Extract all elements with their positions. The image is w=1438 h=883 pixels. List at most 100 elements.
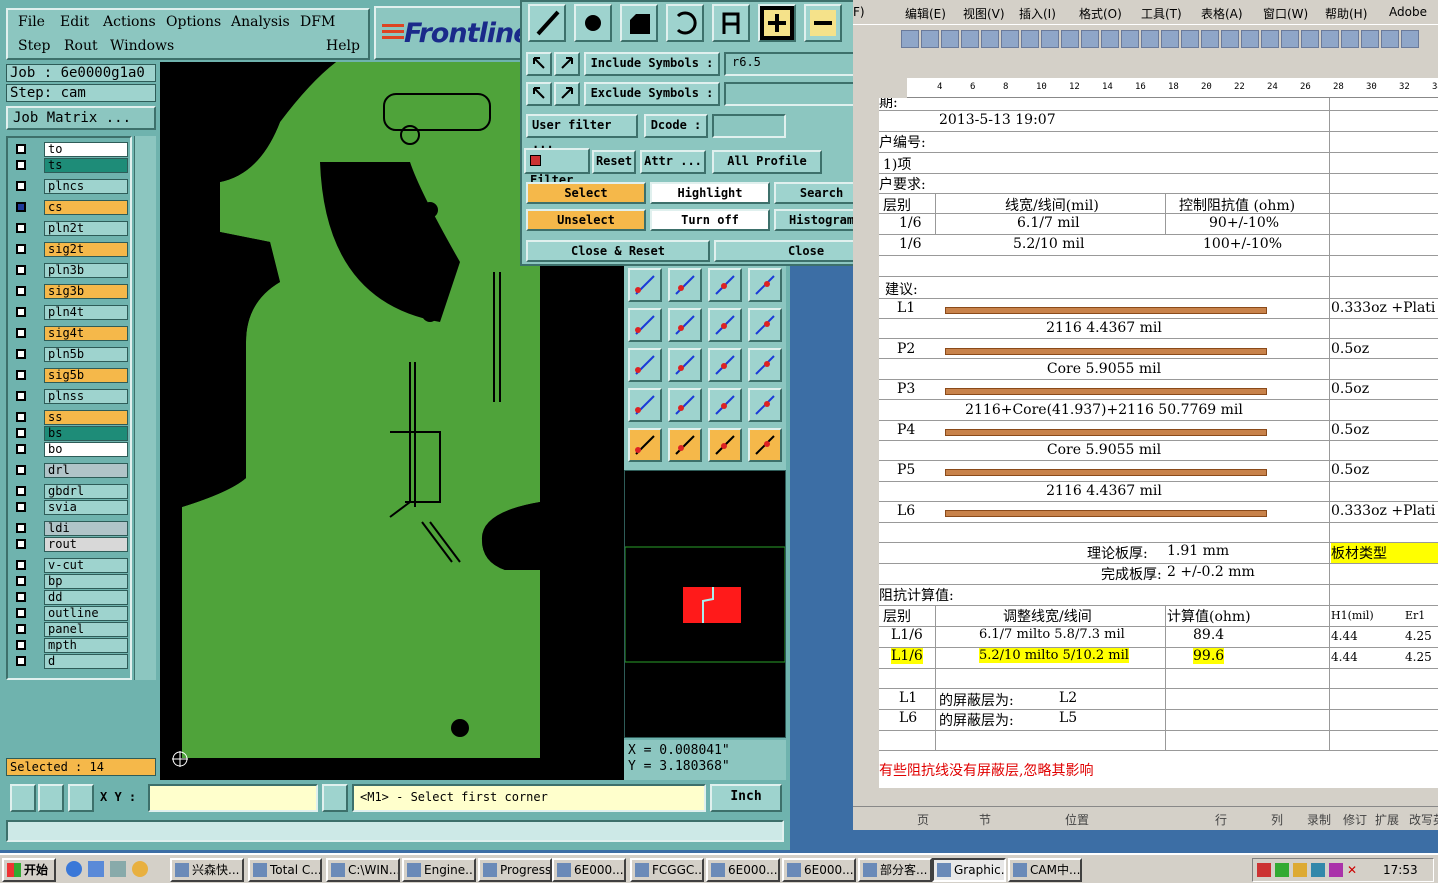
layer-row[interactable]: dd	[12, 590, 130, 606]
taskbar-button[interactable]: Total C...	[248, 858, 322, 882]
word-menu-item[interactable]: 帮助(H)	[1325, 5, 1367, 22]
word-menu-item[interactable]: 插入(I)	[1019, 5, 1056, 22]
taskbar-button[interactable]: 部分客...	[858, 858, 932, 882]
layer-checkbox[interactable]	[16, 328, 26, 338]
layer-checkbox[interactable]	[16, 286, 26, 296]
word-menu-item[interactable]: 编辑(E)	[905, 5, 946, 22]
rotate-icon[interactable]	[708, 308, 742, 342]
move-point-icon[interactable]	[708, 268, 742, 302]
layer-row[interactable]: sig5b	[12, 368, 130, 384]
user-filter-button[interactable]: User filter ...	[526, 114, 638, 151]
clock-app-icon[interactable]	[132, 861, 148, 877]
pad-point-icon[interactable]	[628, 348, 662, 382]
triangle-up-icon[interactable]	[668, 388, 702, 422]
menu-step[interactable]: Step	[18, 38, 50, 54]
pointer-box-icon[interactable]	[668, 428, 702, 462]
layer-checkbox[interactable]	[16, 223, 26, 233]
slash-line-icon[interactable]	[668, 308, 702, 342]
menu-rout[interactable]: Rout	[64, 38, 98, 54]
connect-nodes-icon[interactable]	[628, 268, 662, 302]
pointer-icon[interactable]	[628, 428, 662, 462]
tray-network-icon[interactable]	[1257, 863, 1271, 877]
layer-checkbox[interactable]	[16, 202, 26, 212]
layer-name[interactable]: bp	[44, 574, 128, 589]
layer-checkbox[interactable]	[16, 560, 26, 570]
word-toolbar-button-icon[interactable]	[1241, 30, 1259, 48]
tray-x-icon[interactable]: ✕	[1347, 863, 1361, 877]
word-menu-item[interactable]: 工具(T)	[1141, 5, 1182, 22]
word-toolbar-button-icon[interactable]	[1021, 30, 1039, 48]
taskbar-button[interactable]: Graphic...	[932, 858, 1006, 882]
tray-pen-icon[interactable]	[1293, 863, 1307, 877]
job-matrix-button[interactable]: Job Matrix ...	[6, 106, 156, 130]
arc-shape-icon[interactable]	[666, 4, 704, 42]
layer-name[interactable]: ts	[44, 158, 128, 173]
layer-checkbox[interactable]	[16, 307, 26, 317]
positive-polarity-icon[interactable]	[758, 4, 796, 42]
layer-row[interactable]: bp	[12, 574, 130, 590]
attr-button[interactable]: Attr ...	[640, 150, 706, 174]
exclude-list-icon[interactable]	[554, 82, 580, 106]
layer-name[interactable]: d	[44, 654, 128, 669]
include-list-icon[interactable]	[554, 52, 580, 76]
menu-options[interactable]: Options	[166, 14, 221, 30]
layer-row[interactable]: pln3b	[12, 263, 130, 279]
word-toolbar-button-icon[interactable]	[981, 30, 999, 48]
desktop-icon[interactable]	[110, 861, 126, 877]
word-toolbar-button-icon[interactable]	[1281, 30, 1299, 48]
word-toolbar-button-icon[interactable]	[1381, 30, 1399, 48]
tray-app-icon[interactable]	[1329, 863, 1343, 877]
layer-row[interactable]: cs	[12, 200, 130, 216]
text-shape-icon[interactable]	[712, 4, 750, 42]
word-toolbar-button-icon[interactable]	[1341, 30, 1359, 48]
layer-row[interactable]: mpth	[12, 638, 130, 654]
document-page[interactable]: 期: 2013-5-13 19:07 户编号: 1)项 户要求: 层别 线宽/线…	[879, 98, 1438, 788]
layer-checkbox[interactable]	[16, 370, 26, 380]
word-menu-item[interactable]: 格式(O)	[1079, 5, 1122, 22]
word-toolbar-button-icon[interactable]	[1101, 30, 1119, 48]
layer-name[interactable]: panel	[44, 622, 128, 637]
dcode-input[interactable]	[712, 114, 786, 138]
filter-toggle[interactable]: Filter	[524, 148, 590, 187]
layer-row[interactable]: d	[12, 654, 130, 670]
taskbar-button[interactable]: 6E000...	[552, 858, 626, 882]
layer-row[interactable]: drl	[12, 463, 130, 479]
layer-name[interactable]: outline	[44, 606, 128, 621]
layer-row[interactable]: pln2t	[12, 221, 130, 237]
taskbar-button[interactable]: 兴森快...	[170, 858, 244, 882]
word-toolbar-button-icon[interactable]	[1401, 30, 1419, 48]
layer-row[interactable]: plnss	[12, 389, 130, 405]
stretch-icon[interactable]	[708, 348, 742, 382]
word-toolbar-button-icon[interactable]	[1361, 30, 1379, 48]
highlight-button[interactable]: Highlight	[650, 182, 770, 204]
layer-row[interactable]: gbdrl	[12, 484, 130, 500]
filter-checkbox-icon[interactable]	[530, 155, 541, 166]
layer-name[interactable]: rout	[44, 537, 128, 552]
menu-windows[interactable]: Windows	[110, 38, 174, 54]
word-menu-item[interactable]: 视图(V)	[963, 5, 1005, 22]
word-toolbar-button-icon[interactable]	[1141, 30, 1159, 48]
layer-checkbox[interactable]	[16, 244, 26, 254]
negative-polarity-icon[interactable]	[804, 4, 842, 42]
layer-name[interactable]: sig2t	[44, 242, 128, 257]
menu-file[interactable]: File	[18, 14, 45, 30]
layer-checkbox[interactable]	[16, 608, 26, 618]
word-toolbar-button-icon[interactable]	[1221, 30, 1239, 48]
layer-name[interactable]: to	[44, 142, 128, 157]
layer-row[interactable]: svia	[12, 500, 130, 516]
layer-checkbox[interactable]	[16, 523, 26, 533]
layer-name[interactable]: gbdrl	[44, 484, 128, 499]
layer-name[interactable]: dd	[44, 590, 128, 605]
include-symbols-label[interactable]: Include Symbols :	[584, 52, 720, 76]
layer-row[interactable]: to	[12, 142, 130, 158]
triangle-a-icon[interactable]	[708, 388, 742, 422]
start-button[interactable]: 开始	[2, 858, 56, 882]
taskbar-button[interactable]: CAM中...	[1008, 858, 1082, 882]
layer-row[interactable]: pln5b	[12, 347, 130, 363]
layer-name[interactable]: svia	[44, 500, 128, 515]
layer-name[interactable]: cs	[44, 200, 128, 215]
group-icon[interactable]	[748, 348, 782, 382]
dcode-label[interactable]: Dcode :	[644, 114, 708, 138]
layer-checkbox[interactable]	[16, 465, 26, 475]
layer-name[interactable]: pln4t	[44, 305, 128, 320]
